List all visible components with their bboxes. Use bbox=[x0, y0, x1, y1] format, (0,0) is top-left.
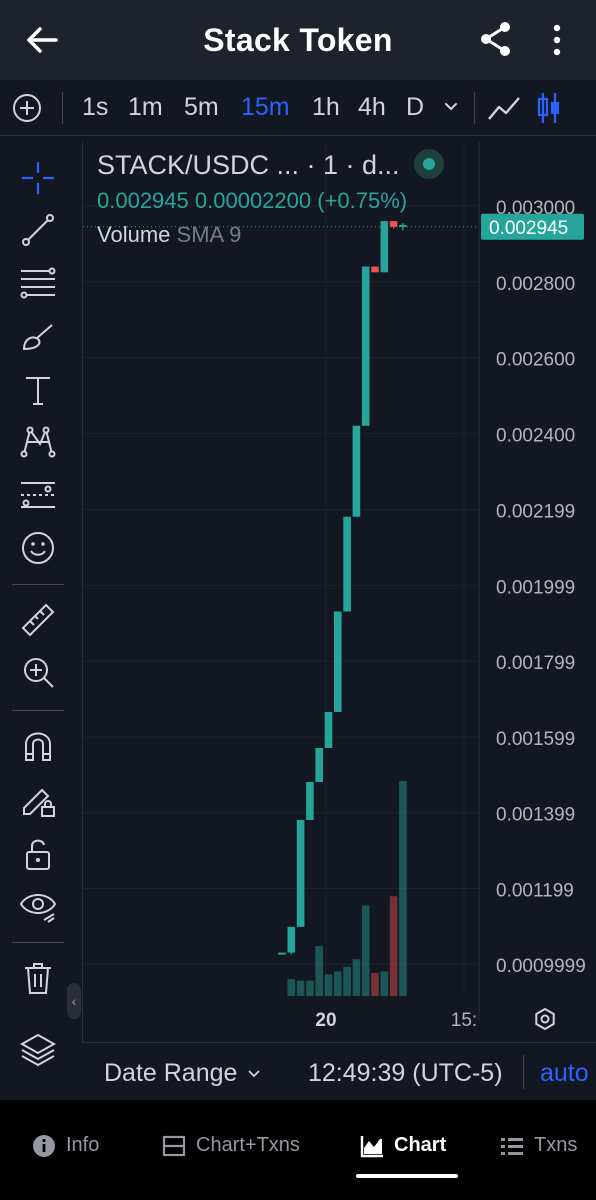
candle-body bbox=[334, 611, 342, 712]
price-axis-label: 0.002800 bbox=[496, 274, 575, 295]
split-view-icon bbox=[162, 1135, 186, 1157]
clock-timezone[interactable]: 12:49:39 (UTC-5) bbox=[308, 1059, 503, 1088]
volume-bar bbox=[324, 974, 333, 996]
tools-divider bbox=[12, 584, 64, 585]
date-range-bar: Date Range 12:49:39 (UTC-5) auto bbox=[82, 1042, 596, 1100]
emoji-icon[interactable] bbox=[18, 528, 58, 568]
legend-symbol-row: STACK/USDC ... · 1 · d... bbox=[97, 148, 444, 182]
candle-body bbox=[361, 266, 370, 426]
candle-body bbox=[343, 516, 351, 612]
magnet-icon[interactable] bbox=[18, 726, 58, 766]
price-axis-label: 0.002600 bbox=[496, 350, 575, 371]
candle-body bbox=[324, 711, 333, 748]
timeframe-15m[interactable]: 15m bbox=[241, 93, 290, 122]
price-axis-label: 0.002400 bbox=[496, 425, 575, 446]
volume-bar bbox=[361, 905, 370, 996]
timeframe-1s[interactable]: 1s bbox=[82, 93, 108, 122]
tools-divider bbox=[12, 710, 64, 711]
bottom-navigation: Info Chart+Txns Chart Txns bbox=[0, 1100, 596, 1200]
candle-body bbox=[315, 747, 323, 783]
list-icon bbox=[501, 1138, 523, 1155]
candlestick-chart-icon[interactable] bbox=[536, 90, 562, 126]
price-axis-label: 0.001599 bbox=[496, 729, 575, 750]
crosshair-icon[interactable] bbox=[18, 158, 58, 198]
price-chart[interactable]: 0.003000 0.002800 0.002600 0.002400 0.002199… bbox=[82, 142, 596, 1042]
volume-indicator-label[interactable]: Volume SMA 9 bbox=[97, 222, 444, 248]
volume-bar bbox=[287, 979, 296, 996]
brush-icon[interactable] bbox=[18, 317, 58, 357]
timeframe-1m[interactable]: 1m bbox=[128, 93, 163, 122]
volume-bar bbox=[296, 980, 305, 996]
layers-icon[interactable] bbox=[18, 1030, 58, 1070]
legend-price: 0.002945 bbox=[97, 187, 189, 213]
prediction-tool-icon[interactable] bbox=[18, 475, 58, 515]
chart-canvas[interactable]: 0.0030000.0028000.0026000.0024000.002199… bbox=[83, 142, 596, 1042]
chart-settings-icon[interactable] bbox=[535, 1007, 555, 1031]
legend-change-pct: (+0.75%) bbox=[317, 187, 408, 213]
drawing-tools-sidebar bbox=[0, 142, 76, 1100]
auto-scale-button[interactable]: auto bbox=[540, 1059, 589, 1088]
chevron-down-icon[interactable] bbox=[246, 1065, 262, 1081]
volume-bar bbox=[306, 980, 314, 996]
more-vertical-icon[interactable] bbox=[545, 20, 569, 60]
price-axis-label: 0.001399 bbox=[496, 805, 575, 826]
chart-toolbar: 1s 1m 5m 15m 1h 4h D bbox=[0, 80, 596, 136]
lock-drawings-pencil-icon[interactable] bbox=[18, 780, 58, 820]
price-axis-label: 0.001999 bbox=[496, 577, 575, 598]
trend-line-icon[interactable] bbox=[18, 210, 58, 250]
pattern-icon[interactable] bbox=[18, 422, 58, 462]
ruler-icon[interactable] bbox=[18, 600, 58, 640]
candle-body bbox=[287, 926, 296, 953]
volume-bar bbox=[343, 966, 351, 996]
range-bar-divider bbox=[523, 1055, 524, 1089]
price-axis-label: 0.001199 bbox=[496, 881, 574, 902]
active-tab-indicator bbox=[356, 1174, 458, 1178]
zoom-in-icon[interactable] bbox=[18, 652, 58, 692]
price-axis-label: 0.0009999 bbox=[496, 956, 586, 977]
volume-bar bbox=[389, 896, 398, 996]
trash-icon[interactable] bbox=[18, 958, 58, 998]
candle-body bbox=[278, 952, 286, 955]
candle-body bbox=[371, 266, 379, 273]
fib-levels-icon[interactable] bbox=[18, 263, 58, 303]
volume-bar bbox=[399, 781, 407, 996]
tools-divider bbox=[12, 942, 64, 943]
text-icon[interactable] bbox=[18, 370, 58, 410]
share-icon[interactable] bbox=[478, 20, 514, 58]
price-axis-label: 0.001799 bbox=[496, 653, 575, 674]
date-range-button[interactable]: Date Range bbox=[104, 1059, 237, 1088]
candle-body bbox=[352, 425, 361, 517]
candle-body bbox=[306, 782, 314, 820]
legend-values: 0.002945 0.00002200 (+0.75%) bbox=[97, 188, 444, 214]
volume-bar bbox=[371, 972, 379, 996]
price-axis-label: 0.002199 bbox=[496, 502, 575, 523]
market-status-dot[interactable] bbox=[413, 148, 444, 179]
timeframe-4h[interactable]: 4h bbox=[358, 93, 386, 122]
chart-legend: STACK/USDC ... · 1 · d... 0.002945 0.000… bbox=[97, 148, 444, 248]
timeframe-d[interactable]: D bbox=[406, 93, 424, 122]
legend-change: 0.00002200 bbox=[194, 187, 312, 213]
current-price-label: 0.002945 bbox=[489, 218, 568, 239]
timeframe-1h[interactable]: 1h bbox=[312, 93, 340, 122]
time-axis-label: 20 bbox=[315, 1010, 336, 1031]
timeframe-dropdown-chevron-down-icon[interactable] bbox=[441, 96, 461, 116]
eye-icon[interactable] bbox=[18, 886, 58, 926]
volume-bar bbox=[315, 946, 323, 996]
unlock-icon[interactable] bbox=[18, 834, 58, 874]
candle-body bbox=[296, 819, 305, 927]
add-indicator-icon[interactable] bbox=[12, 93, 42, 123]
symbol-name[interactable]: STACK/USDC ... · 1 · d... bbox=[97, 150, 400, 180]
volume-bar bbox=[352, 959, 361, 996]
line-chart-icon[interactable] bbox=[486, 92, 522, 124]
app-bar: Stack Token bbox=[0, 0, 596, 80]
collapse-sidebar-handle[interactable]: ‹ bbox=[67, 983, 81, 1019]
volume-bar bbox=[380, 971, 389, 996]
info-icon bbox=[33, 1135, 55, 1157]
toolbar-divider bbox=[62, 92, 63, 124]
timeframe-5m[interactable]: 5m bbox=[184, 93, 219, 122]
time-axis-label: 15: bbox=[451, 1010, 477, 1031]
volume-bar bbox=[334, 971, 342, 996]
area-chart-icon bbox=[360, 1136, 383, 1158]
toolbar-divider bbox=[474, 92, 475, 124]
